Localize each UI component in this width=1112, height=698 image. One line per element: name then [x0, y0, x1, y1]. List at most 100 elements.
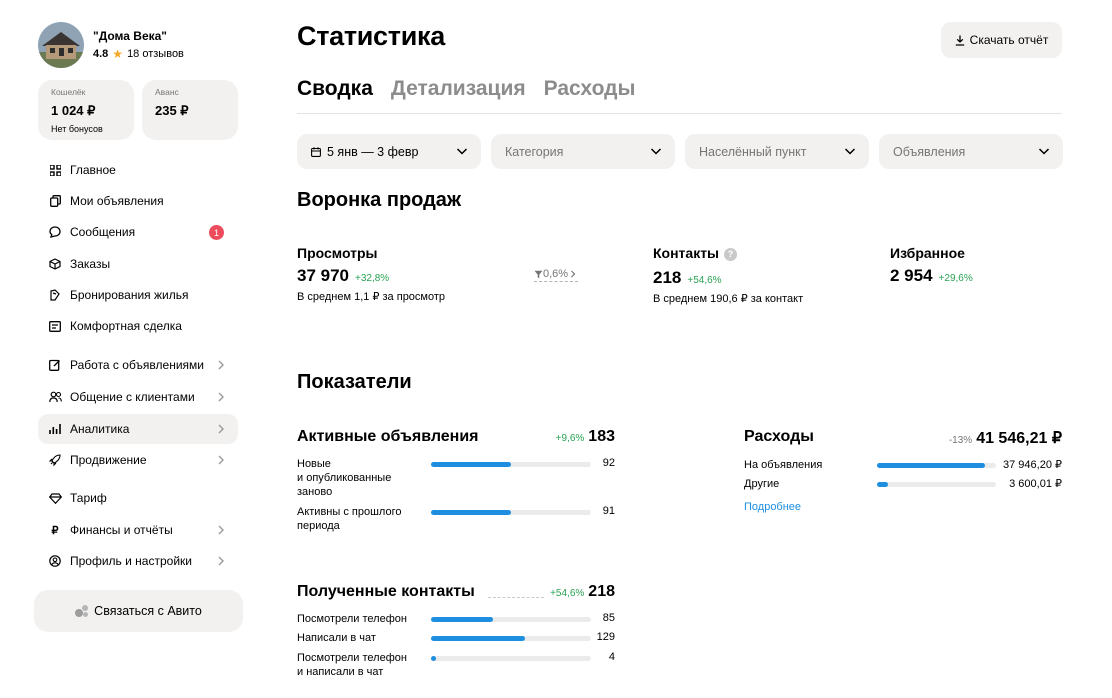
- download-report-button[interactable]: Скачать отчёт: [941, 22, 1062, 58]
- favorites-value: 2 954: [890, 266, 933, 285]
- sidebar-item-tariff[interactable]: Тариф: [38, 483, 238, 513]
- chat-icon: [48, 226, 62, 238]
- document-icon: [48, 320, 62, 332]
- row-label: Новые и опубликованные заново: [297, 458, 392, 498]
- diamond-icon: [48, 492, 62, 504]
- category-select[interactable]: Категория: [491, 134, 675, 169]
- sidebar-item-orders[interactable]: Заказы: [38, 249, 238, 279]
- progress-fill: [877, 463, 986, 468]
- progress-fill: [431, 510, 511, 515]
- date-range-value: 5 янв — 3 февр: [327, 144, 419, 159]
- views-value-row: 37 970 +32,8%: [297, 266, 389, 286]
- sidebar-item-main[interactable]: Главное: [38, 155, 238, 185]
- sidebar-item-messages[interactable]: Сообщения 1: [38, 217, 238, 247]
- progress-fill: [431, 617, 494, 622]
- star-icon: ★: [112, 47, 124, 61]
- row-value: 4: [608, 651, 615, 663]
- sidebar-item-profile-settings[interactable]: Профиль и настройки: [38, 546, 238, 576]
- contacts-label: Контакты: [653, 245, 720, 261]
- sidebar-item-bookings[interactable]: Бронирования жилья: [38, 280, 238, 310]
- download-report-label: Скачать отчёт: [969, 33, 1049, 47]
- sidebar-item-label: Аналитика: [70, 422, 130, 436]
- sidebar-item-my-ads[interactable]: Мои объявления: [38, 186, 238, 216]
- chevron-right-icon: [218, 556, 224, 566]
- row-label: На объявления: [744, 459, 823, 471]
- advance-label: Аванс: [155, 87, 179, 97]
- chevron-right-icon: [218, 392, 224, 402]
- expenses-more-link[interactable]: Подробнее: [744, 501, 801, 513]
- received-contacts-total-row: +54,6% 218: [550, 583, 615, 601]
- locality-placeholder: Населённый пункт: [699, 144, 807, 159]
- sidebar-item-promotion[interactable]: Продвижение: [38, 445, 238, 475]
- views-average: В среднем 1,1 ₽ за просмотр: [297, 291, 446, 303]
- wallet-label: Кошелёк: [51, 87, 86, 97]
- contacts-delta: +54,6%: [687, 275, 722, 286]
- received-contacts-title: Полученные контакты: [297, 583, 475, 600]
- active-ads-total: 183: [588, 428, 615, 445]
- progress-fill: [431, 656, 436, 661]
- rocket-icon: [48, 454, 62, 466]
- progress-bar: [431, 636, 591, 641]
- shop-name[interactable]: "Дома Века": [93, 29, 184, 43]
- advance-card[interactable]: Аванс 235 ₽: [142, 80, 238, 140]
- progress-fill: [877, 482, 888, 487]
- sidebar-item-label: Главное: [70, 163, 116, 177]
- avatar[interactable]: [38, 22, 84, 68]
- views-delta: +32,8%: [355, 273, 390, 284]
- sidebar-item-safe-deal[interactable]: Комфортная сделка: [38, 311, 238, 341]
- profile-header[interactable]: "Дома Века" 4.8 ★ 18 отзывов: [38, 22, 184, 68]
- row-label: Посмотрели телефон и написали в чат: [297, 652, 407, 678]
- active-ads-delta: +9,6%: [555, 433, 585, 444]
- row-value: 91: [602, 505, 615, 517]
- date-range-select[interactable]: 5 янв — 3 февр: [297, 134, 481, 169]
- received-contacts-total: 218: [588, 583, 615, 600]
- filter-bar: 5 янв — 3 февр Категория Населённый пунк…: [297, 134, 1063, 169]
- active-ads-total-row: +9,6% 183: [556, 428, 615, 446]
- wallet-bonus-text: Нет бонусов: [51, 124, 103, 134]
- row-label: Посмотрели телефон: [297, 613, 407, 625]
- row-value: 85: [602, 612, 615, 624]
- sidebar-item-finance[interactable]: ₽ Финансы и отчёты: [38, 515, 238, 545]
- sidebar-item-label: Бронирования жилья: [70, 288, 189, 302]
- views-value: 37 970: [297, 266, 349, 285]
- chevron-down-icon: [650, 148, 662, 155]
- progress-bar: [877, 463, 996, 468]
- reviews-link[interactable]: 18 отзывов: [127, 48, 184, 60]
- sidebar-item-label: Тариф: [70, 491, 107, 505]
- progress-bar: [431, 617, 591, 622]
- contact-avito-button[interactable]: Связаться с Авито: [34, 590, 243, 632]
- tab-expenses[interactable]: Расходы: [544, 77, 636, 101]
- conversion-value: 0,6%: [543, 268, 569, 280]
- sidebar-item-ad-management[interactable]: Работа с объявлениями: [38, 350, 238, 380]
- tab-summary[interactable]: Сводка: [297, 77, 373, 101]
- row-value: 37 946,20 ₽: [1003, 459, 1062, 471]
- active-ads-title: Активные объявления: [297, 428, 479, 445]
- chart-icon: [48, 423, 62, 435]
- chevron-down-icon: [844, 148, 856, 155]
- locality-select[interactable]: Населённый пункт: [685, 134, 869, 169]
- wallet-card[interactable]: Кошелёк 1 024 ₽ Нет бонусов: [38, 80, 134, 140]
- progress-fill: [431, 636, 526, 641]
- sidebar-item-analytics[interactable]: Аналитика: [38, 414, 238, 444]
- conversion-rate[interactable]: 0,6%: [534, 268, 579, 282]
- ruble-icon: ₽: [51, 524, 59, 537]
- sidebar-item-label: Профиль и настройки: [70, 554, 192, 568]
- chevron-down-icon: [456, 148, 468, 155]
- sidebar-item-label: Заказы: [70, 257, 111, 271]
- ads-select[interactable]: Объявления: [879, 134, 1063, 169]
- views-label: Просмотры: [297, 245, 378, 261]
- progress-fill: [431, 462, 511, 467]
- chevron-right-icon: [218, 424, 224, 434]
- expenses-title: Расходы: [744, 428, 814, 445]
- sidebar-item-client-communication[interactable]: Общение с клиентами: [38, 382, 238, 412]
- tab-details[interactable]: Детализация: [391, 77, 526, 101]
- calendar-icon: [311, 146, 321, 157]
- row-label: Активны с прошлого периода: [297, 506, 402, 532]
- chevron-down-icon: [1038, 148, 1050, 155]
- help-icon[interactable]: ?: [724, 247, 738, 261]
- copy-icon: [48, 195, 62, 207]
- sidebar-item-label: Продвижение: [70, 453, 147, 467]
- people-icon: [48, 391, 62, 403]
- expenses-delta: -13%: [948, 435, 973, 446]
- ads-placeholder: Объявления: [893, 144, 966, 159]
